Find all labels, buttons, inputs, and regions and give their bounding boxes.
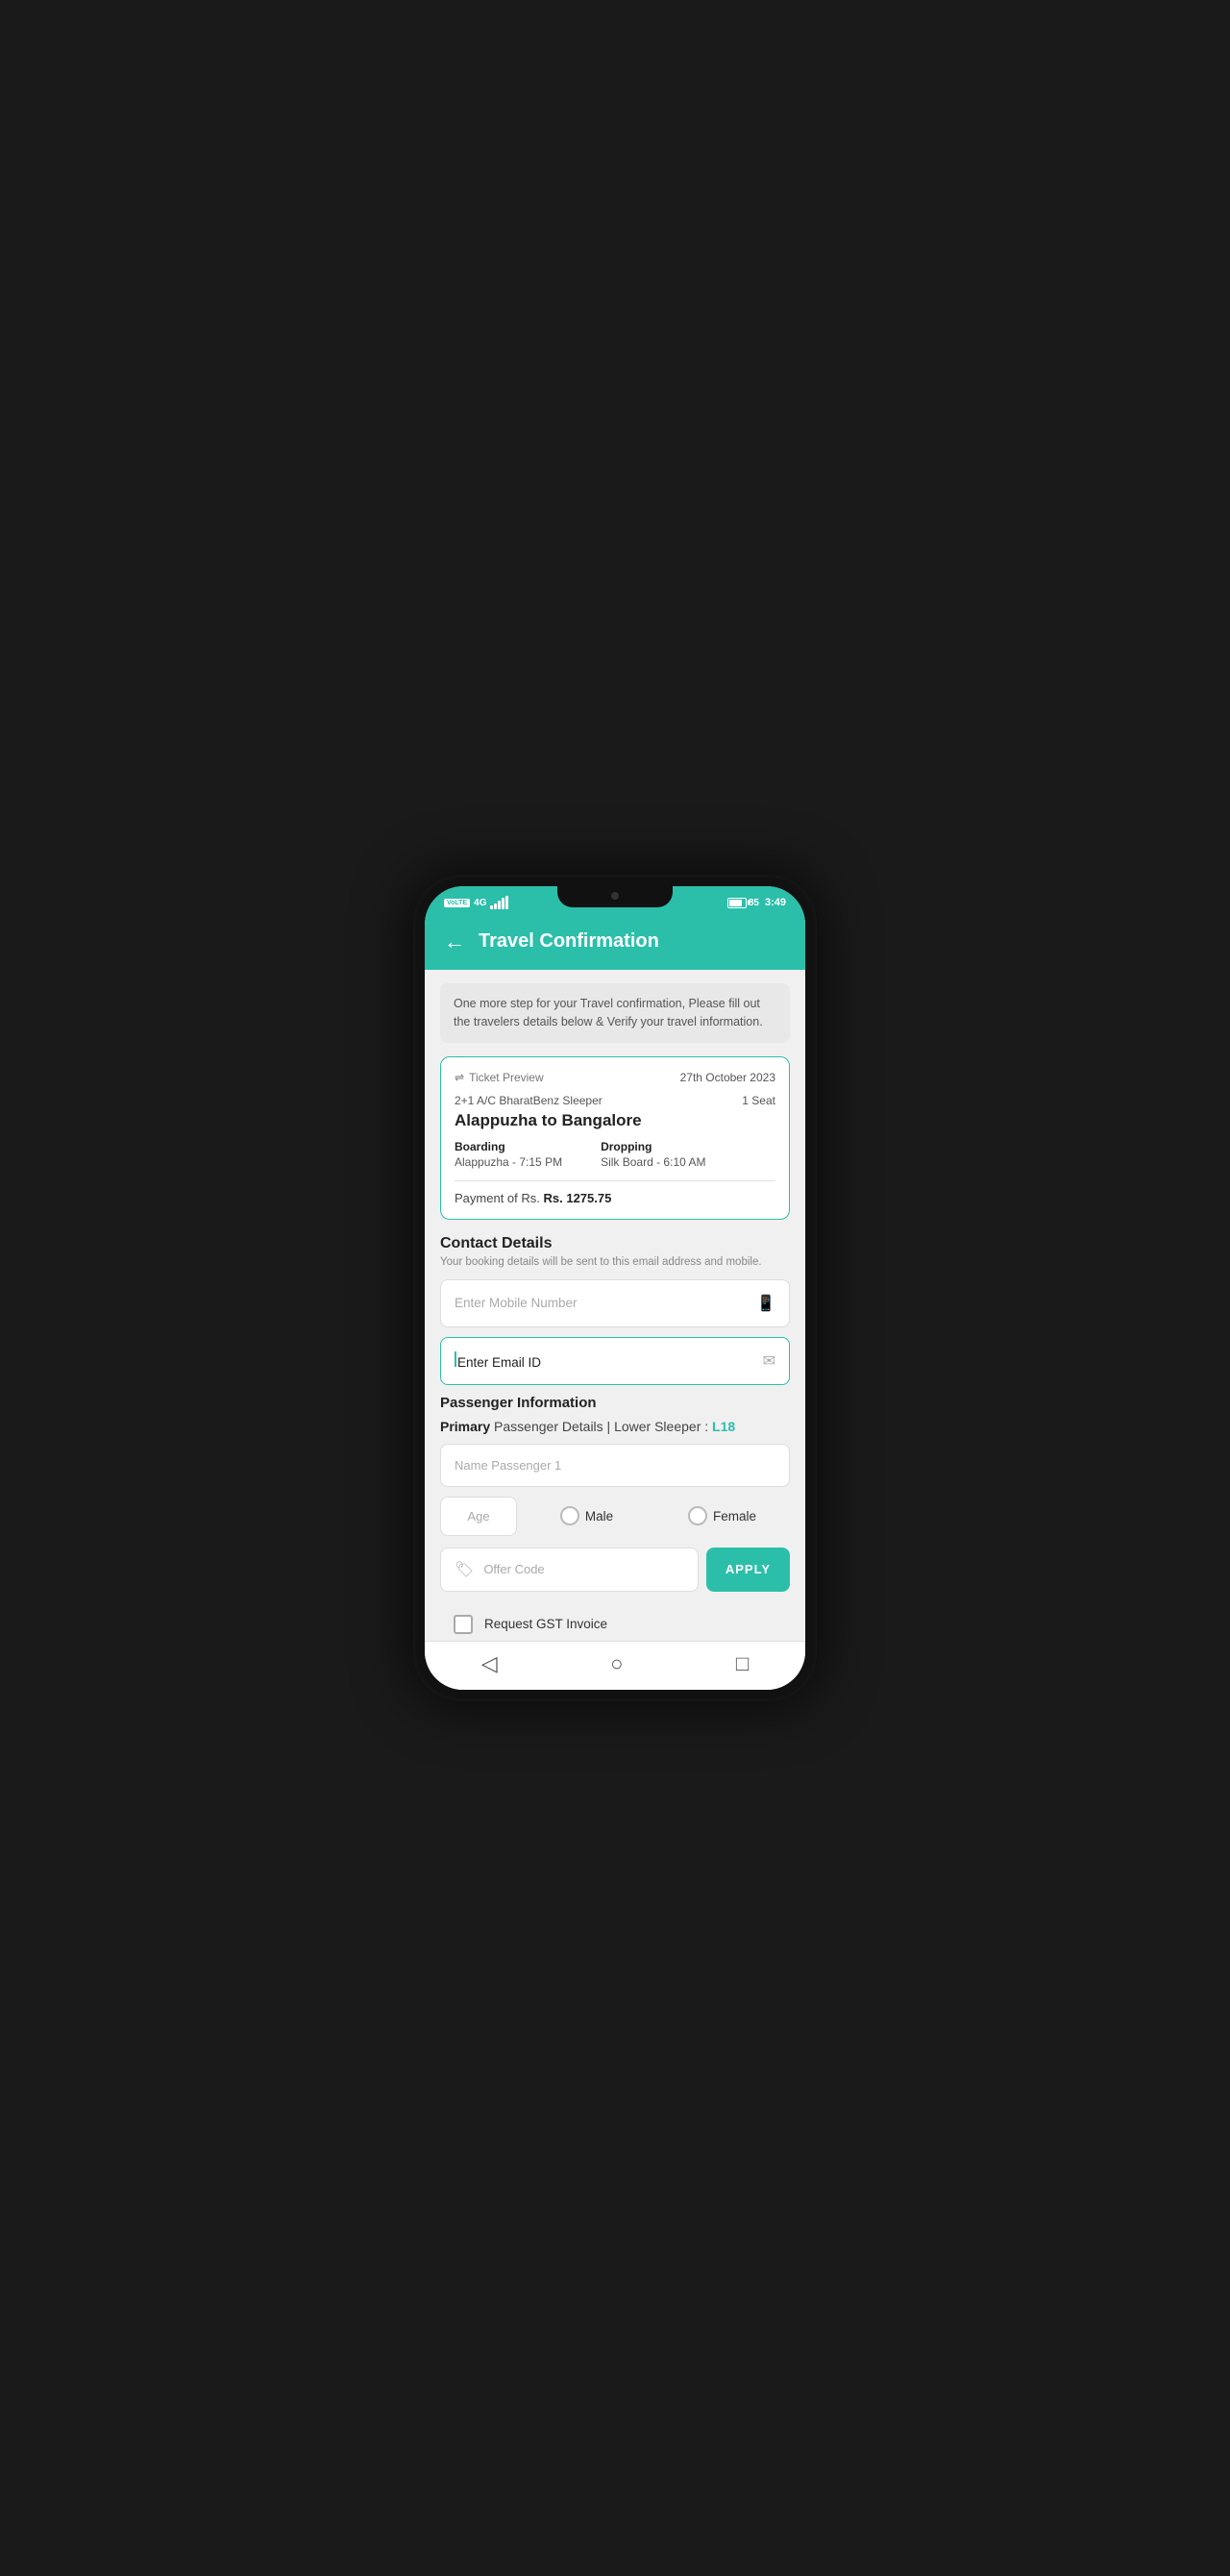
email-icon: ✉ — [763, 1351, 775, 1371]
gst-row[interactable]: Request GST Invoice — [440, 1601, 790, 1642]
info-banner: One more step for your Travel confirmati… — [440, 983, 790, 1043]
primary-bold: Primary — [440, 1419, 490, 1434]
gst-label: Request GST Invoice — [484, 1617, 607, 1631]
nav-back-button[interactable]: ◁ — [481, 1651, 498, 1676]
contact-title: Contact Details — [440, 1235, 790, 1252]
mobile-placeholder: Enter Mobile Number — [455, 1296, 578, 1310]
payment-row: Payment of Rs. Rs. 1275.75 — [455, 1191, 775, 1205]
seat-code: L18 — [712, 1419, 735, 1434]
contact-subtitle: Your booking details will be sent to thi… — [440, 1256, 790, 1268]
volte-badge: VoLTE — [444, 899, 470, 907]
battery-indicator: 85 — [727, 898, 759, 908]
page-title: Travel Confirmation — [479, 930, 659, 953]
bus-type-text: 2+1 A/C BharatBenz Sleeper — [455, 1094, 603, 1107]
back-button[interactable]: ← — [444, 931, 465, 953]
offer-placeholder: Offer Code — [483, 1562, 544, 1576]
female-radio[interactable]: Female — [688, 1506, 756, 1525]
age-placeholder: Age — [467, 1509, 489, 1523]
dropping-point: Dropping Silk Board - 6:10 AM — [601, 1140, 705, 1169]
ticket-divider — [455, 1180, 775, 1181]
status-left: VoLTE 4G — [444, 896, 508, 909]
apply-button[interactable]: APPLY — [706, 1548, 790, 1592]
nav-home-button[interactable]: ○ — [610, 1651, 623, 1676]
offer-row: 🏷 Offer Code APPLY — [440, 1548, 790, 1592]
gst-checkbox[interactable] — [454, 1615, 473, 1634]
battery-level: 85 — [749, 898, 759, 908]
male-label: Male — [585, 1509, 613, 1523]
male-radio-circle — [560, 1506, 579, 1525]
email-input-field[interactable]: Enter Email ID ✉ — [440, 1337, 790, 1385]
payment-amount: Rs. 1275.75 — [544, 1191, 612, 1205]
mobile-input-field[interactable]: Enter Mobile Number 📱 — [440, 1279, 790, 1327]
ticket-date: 27th October 2023 — [680, 1071, 775, 1084]
boarding-label: Boarding — [455, 1140, 562, 1153]
camera-dot — [611, 892, 619, 900]
primary-rest: Passenger Details | Lower Sleeper : — [494, 1419, 708, 1434]
offer-code-input[interactable]: 🏷 Offer Code — [440, 1548, 699, 1592]
phone-screen: VoLTE 4G 85 3:49 — [425, 886, 805, 1690]
primary-passenger-label: Primary Passenger Details | Lower Sleepe… — [440, 1419, 790, 1434]
male-radio[interactable]: Male — [560, 1506, 613, 1525]
status-right: 85 3:49 — [727, 897, 786, 908]
offer-icon: 🏷 — [455, 1560, 474, 1579]
female-label: Female — [713, 1509, 756, 1523]
dropping-label: Dropping — [601, 1140, 705, 1153]
phone-frame: VoLTE 4G 85 3:49 — [413, 875, 817, 1701]
gender-radio-group: Male Female — [527, 1506, 790, 1525]
age-gender-row: Age Male Female — [440, 1497, 790, 1536]
email-text: Enter Email ID — [455, 1351, 541, 1370]
boarding-point: Boarding Alappuzha - 7:15 PM — [455, 1140, 562, 1169]
mobile-icon: 📱 — [756, 1294, 775, 1313]
dropping-value: Silk Board - 6:10 AM — [601, 1155, 705, 1169]
main-content: One more step for your Travel confirmati… — [425, 970, 805, 1641]
ticket-route: Alappuzha to Bangalore — [455, 1111, 775, 1130]
battery-fill — [729, 900, 742, 906]
signal-bars — [490, 896, 508, 909]
payment-label: Payment of Rs. — [455, 1191, 540, 1205]
time-display: 3:49 — [765, 897, 786, 908]
name-placeholder: Name Passenger 1 — [455, 1458, 561, 1473]
ticket-preview-label: ⇌ Ticket Preview — [455, 1071, 544, 1084]
contact-details-section: Contact Details Your booking details wil… — [440, 1235, 790, 1385]
ticket-points: Boarding Alappuzha - 7:15 PM Dropping Si… — [455, 1140, 775, 1169]
ticket-card: ⇌ Ticket Preview 27th October 2023 2+1 A… — [440, 1056, 790, 1220]
seat-count: 1 Seat — [742, 1094, 775, 1107]
passenger-info-title: Passenger Information — [440, 1395, 790, 1411]
header: ← Travel Confirmation — [425, 917, 805, 970]
info-text: One more step for your Travel confirmati… — [454, 997, 763, 1028]
ticket-bus-type: 2+1 A/C BharatBenz Sleeper 1 Seat — [455, 1094, 775, 1107]
nav-recent-button[interactable]: □ — [736, 1651, 749, 1676]
signal-type: 4G — [474, 898, 486, 908]
ticket-icon: ⇌ — [455, 1071, 464, 1084]
name-input-field[interactable]: Name Passenger 1 — [440, 1444, 790, 1487]
text-cursor — [455, 1351, 456, 1367]
battery-icon — [727, 898, 747, 908]
passenger-info-section: Passenger Information Primary Passenger … — [440, 1395, 790, 1642]
boarding-value: Alappuzha - 7:15 PM — [455, 1155, 562, 1169]
female-radio-circle — [688, 1506, 707, 1525]
nav-bar: ◁ ○ □ — [425, 1641, 805, 1690]
ticket-header: ⇌ Ticket Preview 27th October 2023 — [455, 1071, 775, 1084]
preview-text: Ticket Preview — [469, 1071, 544, 1084]
age-input-field[interactable]: Age — [440, 1497, 517, 1536]
